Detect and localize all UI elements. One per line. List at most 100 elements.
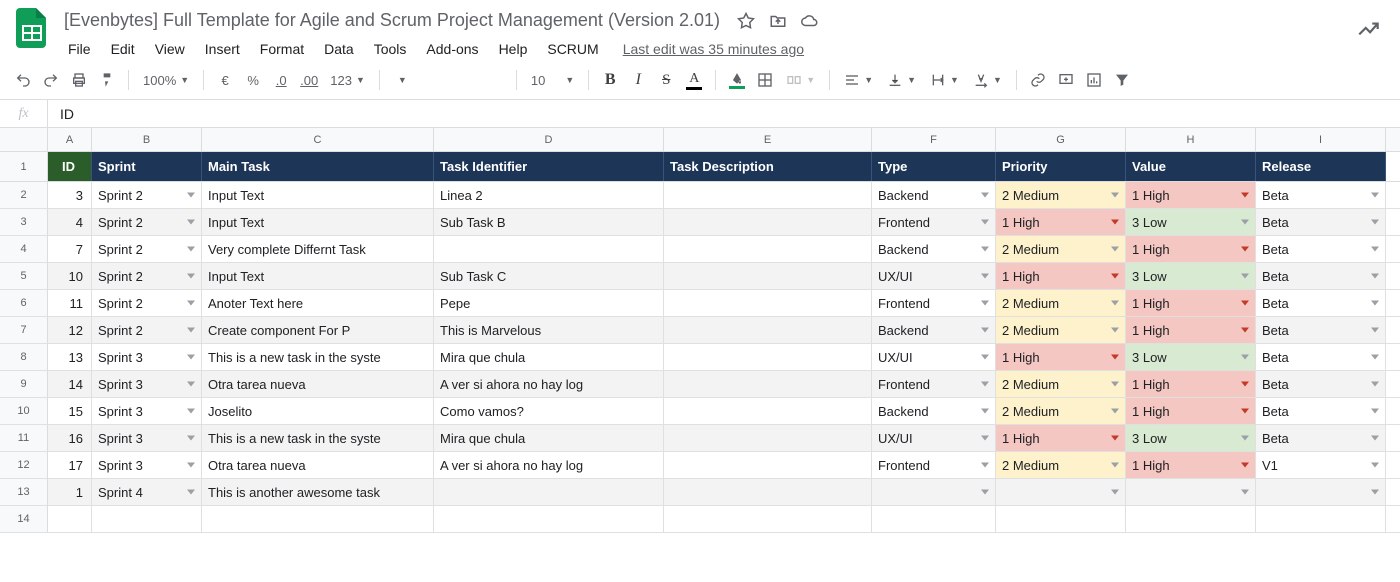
cell-D-13[interactable] — [434, 479, 664, 505]
cell-F-3[interactable]: Frontend — [872, 209, 996, 235]
cell-D-12[interactable]: A ver si ahora no hay log — [434, 452, 664, 478]
dropdown-arrow-icon[interactable] — [981, 463, 989, 468]
cell-A-14[interactable] — [48, 506, 92, 532]
cell-C-9[interactable]: Otra tarea nueva — [202, 371, 434, 397]
dropdown-arrow-icon[interactable] — [981, 328, 989, 333]
cell-C-2[interactable]: Input Text — [202, 182, 434, 208]
cell-G-9[interactable]: 2 Medium — [996, 371, 1126, 397]
cell-A-11[interactable]: 16 — [48, 425, 92, 451]
dropdown-arrow-icon[interactable] — [1371, 274, 1379, 279]
cell-C-4[interactable]: Very complete Differnt Task — [202, 236, 434, 262]
italic-button[interactable]: I — [625, 67, 651, 93]
cell-A-9[interactable]: 14 — [48, 371, 92, 397]
cell-E-6[interactable] — [664, 290, 872, 316]
cell-A-7[interactable]: 12 — [48, 317, 92, 343]
column-header-C[interactable]: C — [202, 128, 434, 151]
decrease-decimal-button[interactable]: .0 — [268, 67, 294, 93]
formula-value[interactable]: ID — [48, 106, 74, 122]
dropdown-arrow-icon[interactable] — [981, 436, 989, 441]
dropdown-arrow-icon[interactable] — [1371, 355, 1379, 360]
dropdown-arrow-icon[interactable] — [187, 409, 195, 414]
cell-C-5[interactable]: Input Text — [202, 263, 434, 289]
cell-F-6[interactable]: Frontend — [872, 290, 996, 316]
dropdown-arrow-icon[interactable] — [1241, 436, 1249, 441]
cell-F-4[interactable]: Backend — [872, 236, 996, 262]
header-cell-G[interactable]: Priority — [996, 152, 1126, 181]
dropdown-arrow-icon[interactable] — [1111, 220, 1119, 225]
cell-I-8[interactable]: Beta — [1256, 344, 1386, 370]
cell-D-11[interactable]: Mira que chula — [434, 425, 664, 451]
activity-trend-icon[interactable] — [1356, 16, 1382, 45]
row-header-8[interactable]: 8 — [0, 344, 48, 370]
font-size-dropdown[interactable]: 10▼ — [525, 73, 580, 88]
menu-insert[interactable]: Insert — [197, 37, 248, 61]
cell-A-3[interactable]: 4 — [48, 209, 92, 235]
cell-B-6[interactable]: Sprint 2 — [92, 290, 202, 316]
formula-bar[interactable]: fx ID — [0, 100, 1400, 128]
cell-E-5[interactable] — [664, 263, 872, 289]
dropdown-arrow-icon[interactable] — [1111, 382, 1119, 387]
cell-B-5[interactable]: Sprint 2 — [92, 263, 202, 289]
dropdown-arrow-icon[interactable] — [187, 355, 195, 360]
cell-G-11[interactable]: 1 High — [996, 425, 1126, 451]
header-cell-B[interactable]: Sprint — [92, 152, 202, 181]
document-title[interactable]: [Evenbytes] Full Template for Agile and … — [60, 8, 724, 33]
dropdown-arrow-icon[interactable] — [187, 247, 195, 252]
row-header-2[interactable]: 2 — [0, 182, 48, 208]
dropdown-arrow-icon[interactable] — [1371, 247, 1379, 252]
row-header-5[interactable]: 5 — [0, 263, 48, 289]
last-edit-link[interactable]: Last edit was 35 minutes ago — [623, 41, 804, 57]
cell-H-13[interactable] — [1126, 479, 1256, 505]
dropdown-arrow-icon[interactable] — [1111, 193, 1119, 198]
row-header-10[interactable]: 10 — [0, 398, 48, 424]
cell-A-10[interactable]: 15 — [48, 398, 92, 424]
row-header-12[interactable]: 12 — [0, 452, 48, 478]
paint-format-button[interactable] — [94, 67, 120, 93]
cell-H-7[interactable]: 1 High — [1126, 317, 1256, 343]
print-button[interactable] — [66, 67, 92, 93]
star-icon[interactable] — [736, 11, 756, 31]
dropdown-arrow-icon[interactable] — [187, 328, 195, 333]
spreadsheet-grid[interactable]: ABCDEFGHI 1IDSprintMain TaskTask Identif… — [0, 128, 1400, 533]
cell-G-6[interactable]: 2 Medium — [996, 290, 1126, 316]
cell-G-4[interactable]: 2 Medium — [996, 236, 1126, 262]
cell-G-12[interactable]: 2 Medium — [996, 452, 1126, 478]
dropdown-arrow-icon[interactable] — [981, 301, 989, 306]
dropdown-arrow-icon[interactable] — [1111, 409, 1119, 414]
dropdown-arrow-icon[interactable] — [1241, 274, 1249, 279]
cell-H-4[interactable]: 1 High — [1126, 236, 1256, 262]
menu-scrum[interactable]: SCRUM — [539, 37, 606, 61]
cell-E-3[interactable] — [664, 209, 872, 235]
cell-D-14[interactable] — [434, 506, 664, 532]
row-header-13[interactable]: 13 — [0, 479, 48, 505]
row-header-6[interactable]: 6 — [0, 290, 48, 316]
cell-E-10[interactable] — [664, 398, 872, 424]
cell-F-8[interactable]: UX/UI — [872, 344, 996, 370]
dropdown-arrow-icon[interactable] — [981, 409, 989, 414]
dropdown-arrow-icon[interactable] — [1241, 463, 1249, 468]
dropdown-arrow-icon[interactable] — [1241, 301, 1249, 306]
row-header-11[interactable]: 11 — [0, 425, 48, 451]
cell-F-12[interactable]: Frontend — [872, 452, 996, 478]
row-header-7[interactable]: 7 — [0, 317, 48, 343]
text-wrap-button[interactable]: ▼ — [924, 72, 965, 88]
cell-G-8[interactable]: 1 High — [996, 344, 1126, 370]
cell-H-14[interactable] — [1126, 506, 1256, 532]
cell-F-2[interactable]: Backend — [872, 182, 996, 208]
cell-H-11[interactable]: 3 Low — [1126, 425, 1256, 451]
percent-button[interactable]: % — [240, 67, 266, 93]
dropdown-arrow-icon[interactable] — [187, 490, 195, 495]
column-header-D[interactable]: D — [434, 128, 664, 151]
cell-I-4[interactable]: Beta — [1256, 236, 1386, 262]
dropdown-arrow-icon[interactable] — [1371, 301, 1379, 306]
strikethrough-button[interactable]: S — [653, 67, 679, 93]
cell-H-5[interactable]: 3 Low — [1126, 263, 1256, 289]
cell-G-14[interactable] — [996, 506, 1126, 532]
dropdown-arrow-icon[interactable] — [1111, 328, 1119, 333]
cloud-status-icon[interactable] — [800, 11, 820, 31]
menu-tools[interactable]: Tools — [366, 37, 415, 61]
dropdown-arrow-icon[interactable] — [1241, 247, 1249, 252]
dropdown-arrow-icon[interactable] — [1371, 328, 1379, 333]
header-cell-E[interactable]: Task Description — [664, 152, 872, 181]
insert-comment-button[interactable] — [1053, 67, 1079, 93]
